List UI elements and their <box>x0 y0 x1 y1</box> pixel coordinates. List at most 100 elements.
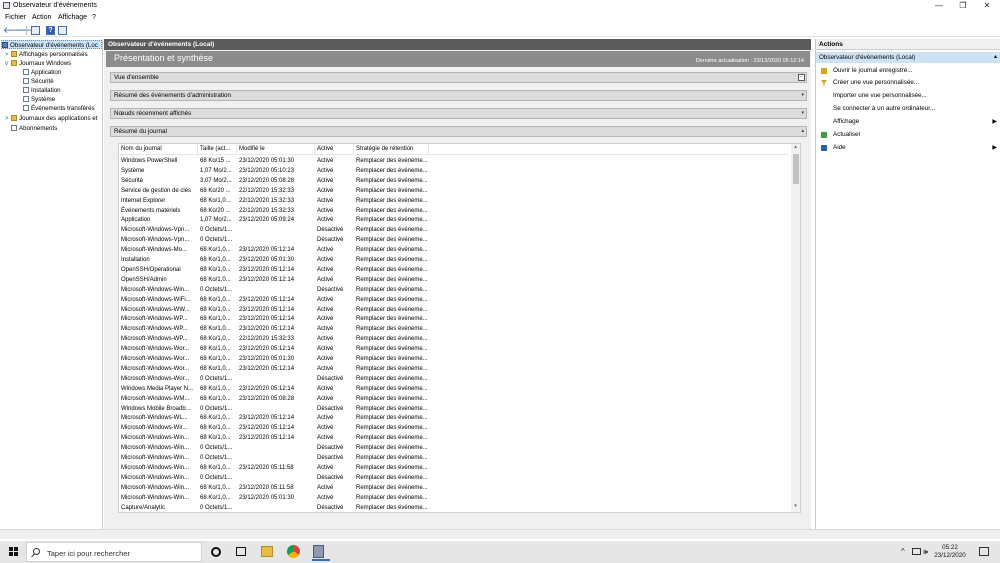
minimize-button[interactable]: — <box>926 0 952 12</box>
task-view-icon[interactable] <box>236 547 246 556</box>
scroll-up-icon[interactable]: ▴ <box>791 144 800 150</box>
tree-item-subscriptions[interactable]: Abonnements <box>11 124 57 133</box>
table-row[interactable]: Microsoft-Windows-WL... 68 Ko/1,0... 23/12… <box>119 413 789 423</box>
section-log-summary[interactable]: Résumé du journal ▴ <box>110 126 807 137</box>
table-row[interactable]: Sécurité 3,07 Mo/2... 23/12/2020 05:08:28 A… <box>119 176 789 186</box>
tree-item-setup[interactable]: Installation <box>23 86 61 95</box>
scroll-down-icon[interactable]: ▾ <box>791 503 800 509</box>
column-header-modified[interactable]: Modifié le <box>237 144 315 155</box>
table-row[interactable]: Windows PowerShell 68 Ko/15 ... 23/12/2020… <box>119 156 789 166</box>
column-header-enabled[interactable]: Activé <box>315 144 354 155</box>
expand-section-icon[interactable]: ▾ <box>801 109 804 118</box>
tree-item-application[interactable]: Application <box>23 68 61 77</box>
table-row[interactable]: Microsoft-Windows-WP... 68 Ko/1,0... 22/12… <box>119 334 789 344</box>
action-view[interactable]: Affichage ▶ <box>816 116 1000 128</box>
show-hide-tree-icon[interactable] <box>31 26 40 35</box>
table-row[interactable]: Microsoft-Windows-Vpn... 0 Octets/1... Dés… <box>119 235 789 245</box>
table-row[interactable]: Microsoft-Windows-Win... 68 Ko/1,0... 23/1… <box>119 493 789 503</box>
taskbar-clock[interactable]: 05:22 23/12/2020 <box>933 544 967 560</box>
table-row[interactable]: Microsoft-Windows-WP... 68 Ko/1,0... 23/12… <box>119 324 789 334</box>
column-header-log-name[interactable]: Nom du journal <box>119 144 198 155</box>
action-import-custom-view[interactable]: Importer une vue personnalisée... <box>816 90 1000 102</box>
maximize-button[interactable]: ❐ <box>950 0 976 12</box>
section-admin-events-summary[interactable]: Résumé des événements d'administration ▾ <box>110 90 807 101</box>
cell-size: 0 Octets/1... <box>200 375 233 382</box>
column-header-retention-policy[interactable]: Stratégie de rétention <box>354 144 429 155</box>
table-row[interactable]: Microsoft-Windows-WM... 68 Ko/1,0... 23/12… <box>119 394 789 404</box>
cell-enabled: Activé <box>317 217 334 224</box>
cell-modified: 23/12/2020 05:08:28 <box>239 395 295 402</box>
show-hide-actions-icon[interactable] <box>58 26 67 35</box>
tree-item-app-services-logs[interactable]: > Journaux des applications et <box>5 114 97 123</box>
cell-retention-policy: Remplacer des événeme... <box>356 464 428 471</box>
tree-item-system[interactable]: Système <box>23 95 55 104</box>
table-row[interactable]: Événements matériels 68 Ko/20 ... 22/12/20… <box>119 206 789 216</box>
table-row[interactable]: Microsoft-Windows-Wor... 68 Ko/1,0... 23/1… <box>119 344 789 354</box>
table-row[interactable]: Microsoft-Windows-Wor... 68 Ko/1,0... 23/1… <box>119 354 789 364</box>
action-create-custom-view[interactable]: Créer une vue personnalisée... <box>816 77 1000 89</box>
menu-action[interactable]: Action <box>32 14 51 21</box>
section-recently-viewed-nodes[interactable]: Nœuds récemment affichés ▾ <box>110 108 807 119</box>
table-row[interactable]: Microsoft-Windows-Vpn... 0 Octets/1... Dés… <box>119 225 789 235</box>
section-overview[interactable]: Vue d'ensemble − <box>110 72 807 83</box>
action-open-saved-log[interactable]: Ouvrir le journal enregistré... <box>816 65 1000 77</box>
taskbar-search-box[interactable]: Taper ici pour rechercher <box>26 542 202 562</box>
network-icon[interactable] <box>912 548 921 555</box>
tree-item-forwarded-events[interactable]: Événements transférés <box>23 104 95 113</box>
table-row[interactable]: Microsoft-Windows-Win... 0 Octets/1... Dés… <box>119 285 789 295</box>
table-row[interactable]: Microsoft-Windows-Win... 68 Ko/1,0... 23/1… <box>119 433 789 443</box>
table-row[interactable]: Microsoft-Windows-Win... 0 Octets/1... Dés… <box>119 473 789 483</box>
table-row[interactable]: Système 1,07 Mo/2... 23/12/2020 05:10:23 Ac… <box>119 166 789 176</box>
file-explorer-icon[interactable] <box>261 546 273 557</box>
close-button[interactable]: ✕ <box>974 0 1000 12</box>
action-connect-another-computer[interactable]: Se connecter à un autre ordinateur... <box>816 103 1000 115</box>
table-row[interactable]: Microsoft-Windows-WiFi... 68 Ko/1,0... 23/… <box>119 295 789 305</box>
collapse-group-icon[interactable]: ▴ <box>994 52 997 63</box>
volume-icon[interactable]: 🕪 <box>923 547 928 557</box>
table-row[interactable]: Microsoft-Windows-Wor... 68 Ko/1,0... 23/1… <box>119 364 789 374</box>
menu-affichage[interactable]: Affichage <box>58 14 87 21</box>
table-row[interactable]: Internet Explorer 68 Ko/1,0... 22/12/2020 … <box>119 196 789 206</box>
column-header-size[interactable]: Taille (act... <box>198 144 237 155</box>
menu-help[interactable]: ? <box>92 14 96 21</box>
table-row[interactable]: Microsoft-Windows-Win... 0 Octets/1... Dés… <box>119 443 789 453</box>
collapse-section-icon[interactable]: − <box>798 74 805 81</box>
action-refresh[interactable]: Actualiser <box>816 129 1000 141</box>
table-row[interactable]: Microsoft-Windows-Wor... 0 Octets/1... Dés… <box>119 374 789 384</box>
table-row[interactable]: Microsoft-Windows-Win... 0 Octets/1... Dés… <box>119 453 789 463</box>
expand-section-icon[interactable]: ▾ <box>801 91 804 100</box>
help-icon[interactable]: ? <box>46 26 55 35</box>
tree-root-event-viewer[interactable]: Observateur d'événements (Loc <box>1 40 102 49</box>
actions-group-event-viewer[interactable]: Observateur d'événements (Local) ▴ <box>816 52 1000 63</box>
tray-overflow-icon[interactable]: ^ <box>901 547 905 556</box>
table-row[interactable]: OpenSSH/Operational 68 Ko/1,0... 23/12/202… <box>119 265 789 275</box>
chrome-icon[interactable] <box>287 545 300 558</box>
menu-fichier[interactable]: Fichier <box>5 14 26 21</box>
tree-item-security[interactable]: Sécurité <box>23 77 54 86</box>
table-row[interactable]: Microsoft-Windows-WP... 68 Ko/1,0... 23/12… <box>119 314 789 324</box>
table-row[interactable]: Windows Media Player N... 68 Ko/1,0... 23/… <box>119 384 789 394</box>
table-row[interactable]: Microsoft-Windows-Mo... 68 Ko/1,0... 23/12… <box>119 245 789 255</box>
collapse-section-icon[interactable]: ▴ <box>801 127 804 136</box>
table-row[interactable]: Windows Mobile Broadb... 0 Octets/1... Dés… <box>119 404 789 414</box>
table-row[interactable]: Microsoft-Windows-Wir... 68 Ko/1,0... 23/1… <box>119 423 789 433</box>
tree-item-windows-logs[interactable]: v Journaux Windows <box>5 59 71 68</box>
table-row[interactable]: OpenSSH/Admin 68 Ko/1,0... 23/12/2020 05:1… <box>119 275 789 285</box>
table-row[interactable]: Application 1,07 Mo/2... 23/12/2020 05:09:… <box>119 215 789 225</box>
notification-center-icon[interactable] <box>979 547 989 556</box>
back-arrow-icon[interactable]: 🡐 <box>3 26 27 35</box>
cortana-icon[interactable] <box>211 547 221 557</box>
scroll-thumb[interactable] <box>793 154 799 184</box>
table-row[interactable]: Installation 68 Ko/1,0... 23/12/2020 05:01… <box>119 255 789 265</box>
table-vertical-scrollbar[interactable]: ▴ ▾ <box>791 144 800 512</box>
tree-item-custom-views[interactable]: > Affichages personnalisés <box>5 50 88 59</box>
action-help[interactable]: Aide ▶ <box>816 142 1000 154</box>
forward-arrow-icon[interactable]: 🡒 <box>14 26 38 35</box>
event-viewer-taskbar-icon[interactable] <box>312 545 330 561</box>
table-row[interactable]: Service de gestion de clés 68 Ko/20 ... 22… <box>119 186 789 196</box>
table-row[interactable]: Microsoft-Windows-WW... 68 Ko/1,0... 23/12… <box>119 305 789 315</box>
table-row[interactable]: Capture/Analytic 0 Octets/1... Désactivé Re… <box>119 503 789 513</box>
table-row[interactable]: Microsoft-Windows-Win... 68 Ko/1,0... 23/1… <box>119 463 789 473</box>
windows-start-icon[interactable] <box>9 547 19 557</box>
table-row[interactable]: Microsoft-Windows-Win... 68 Ko/1,0... 23/1… <box>119 483 789 493</box>
